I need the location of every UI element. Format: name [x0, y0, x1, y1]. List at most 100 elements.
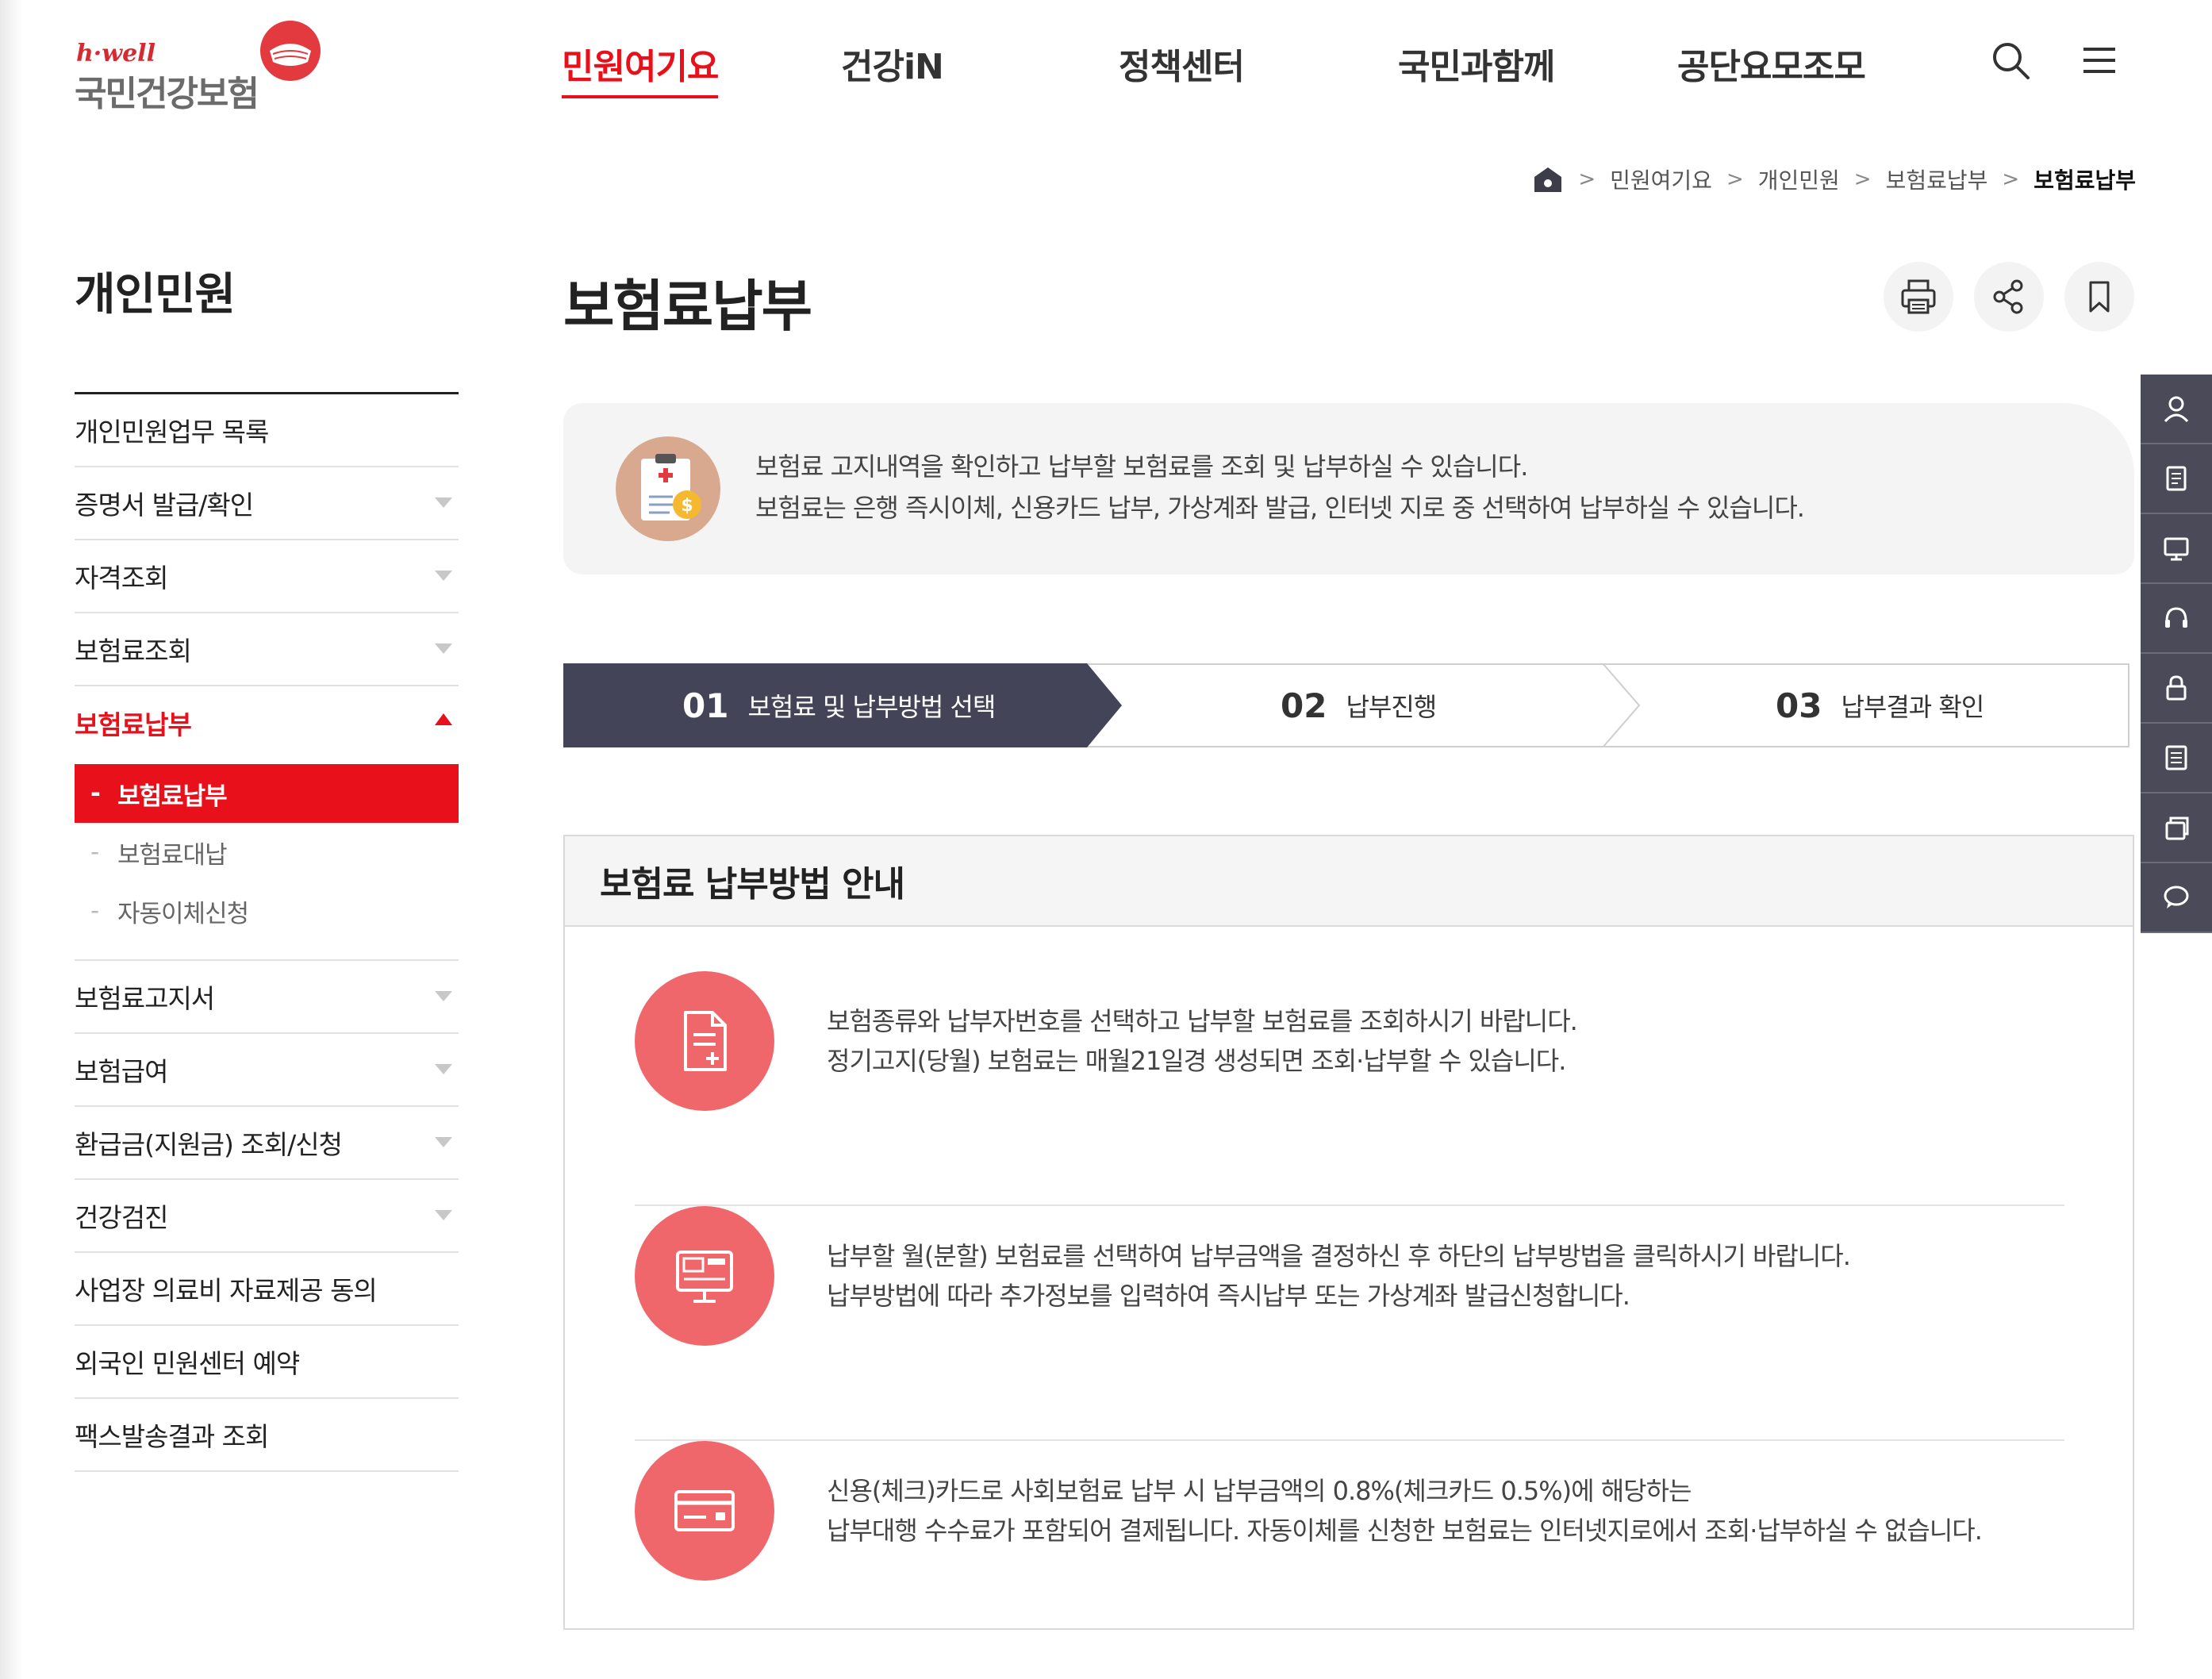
sidebar-submenu: - 보험료납부 - 보험료대납 - 자동이체신청	[75, 759, 459, 961]
print-button[interactable]	[1884, 262, 1953, 332]
menu-icon[interactable]	[2077, 38, 2122, 83]
guide-title: 보험료 납부방법 안내	[565, 836, 2133, 927]
sidebar-item-premium-inquiry[interactable]: 보험료조회	[75, 613, 459, 686]
stack-icon	[2165, 816, 2189, 840]
bookmark-icon	[2089, 281, 2110, 313]
breadcrumb-current: 보험료납부	[2033, 167, 2136, 194]
gnb-item-about[interactable]: 공단요모조모	[1677, 38, 1866, 89]
quick-list-button[interactable]	[2141, 724, 2212, 793]
breadcrumb-item[interactable]: 개인민원	[1758, 163, 1840, 195]
breadcrumb-item[interactable]: 민원여기요	[1610, 163, 1712, 195]
chevron-down-icon	[435, 991, 452, 1001]
headset-icon	[2165, 607, 2187, 628]
sidebar-item-premium-payment[interactable]: 보험료납부	[75, 686, 459, 759]
guide-line: 납부할 월(분할) 보험료를 선택하여 납부금액을 결정하신 후 하단의 납부방…	[827, 1241, 1851, 1271]
step-label: 납부진행	[1346, 692, 1437, 722]
sidebar-item-refund[interactable]: 환급금(지원금) 조회/신청	[75, 1107, 459, 1180]
quick-stack-button[interactable]	[2141, 793, 2212, 863]
sidebar-item-label: 보험료조회	[75, 636, 192, 667]
breadcrumb-separator: >	[1578, 167, 1596, 191]
step-number: 01	[682, 686, 729, 725]
sidebar-item-label: 팩스발송결과 조회	[75, 1421, 269, 1452]
guide-row: 신용(체크)카드로 사회보험료 납부 시 납부금액의 0.8%(체크카드 0.5…	[635, 1441, 2064, 1676]
document-plus-icon	[684, 1011, 727, 1071]
intro-box: $ 보험료 고지내역을 확인하고 납부할 보험료를 조회 및 납부하실 수 있습…	[563, 403, 2134, 574]
step-3: 03 납부결과 확인	[1776, 665, 1984, 746]
intro-line: 보험료는 은행 즉시이체, 신용카드 납부, 가상계좌 발급, 인터넷 지로 중…	[755, 493, 1805, 523]
step-indicator: 01 보험료 및 납부방법 선택 02 납부진행 03 납부결과 확인	[563, 663, 2129, 747]
sidebar-item-label: 건강검진	[75, 1202, 168, 1233]
sidebar-item-label: 외국인 민원센터 예약	[75, 1348, 300, 1379]
page-edge	[0, 0, 22, 1679]
sidebar-item-notice[interactable]: 보험료고지서	[75, 961, 459, 1034]
list-icon	[2165, 745, 2187, 770]
gnb-item-policy[interactable]: 정책센터	[1119, 38, 1245, 89]
share-button[interactable]	[1974, 262, 2044, 332]
guide-line: 보험종류와 납부자번호를 선택하고 납부할 보험료를 조회하시기 바랍니다.	[827, 1006, 1578, 1036]
svg-text:$: $	[681, 496, 693, 516]
quick-lock-button[interactable]	[2141, 654, 2212, 724]
chevron-up-icon	[435, 713, 452, 725]
sidebar-item-fax[interactable]: 팩스발송결과 조회	[75, 1399, 459, 1472]
quick-document-button[interactable]	[2141, 444, 2212, 514]
sidebar-item-label: 자격조회	[75, 563, 168, 594]
step-number: 03	[1776, 686, 1822, 725]
sub-item-dash: -	[90, 838, 99, 866]
breadcrumb: > 민원여기요 > 개인민원 > 보험료납부 > 보험료납부	[1532, 163, 2136, 195]
intro-line: 보험료 고지내역을 확인하고 납부할 보험료를 조회 및 납부하실 수 있습니다…	[755, 451, 1528, 482]
guide-icon-circle	[635, 1206, 774, 1346]
sidebar-item-medical-consent[interactable]: 사업장 의료비 자료제공 동의	[75, 1253, 459, 1326]
home-icon[interactable]	[1532, 165, 1564, 194]
sidebar-item-label: 보험료고지서	[75, 983, 215, 1014]
sidebar-sub-item-proxy[interactable]: - 보험료대납	[75, 823, 459, 882]
step-label: 보험료 및 납부방법 선택	[747, 692, 996, 722]
breadcrumb-separator: >	[1853, 167, 1872, 191]
medical-bill-icon: $	[616, 436, 720, 541]
guide-line: 납부대행 수수료가 포함되어 결제됩니다. 자동이체를 신청한 보험료는 인터넷…	[827, 1516, 1983, 1546]
quick-user-button[interactable]	[2141, 375, 2212, 444]
quick-monitor-button[interactable]	[2141, 514, 2212, 584]
sidebar-nav: 개인민원업무 목록 증명서 발급/확인 자격조회 보험료조회 보험료납부 - 보험…	[75, 392, 459, 1472]
lock-icon	[2166, 675, 2187, 701]
quick-headset-button[interactable]	[2141, 584, 2212, 654]
payment-guide-panel: 보험료 납부방법 안내 보험종류와 납부자번호를 선택하고 납부할 보험료를 조…	[563, 835, 2134, 1630]
share-icon	[1993, 279, 2023, 314]
gnb-item-minwon[interactable]: 민원여기요	[562, 38, 719, 98]
chevron-down-icon	[435, 1210, 452, 1220]
global-nav: 민원여기요 건강iN 정책센터 국민과함께 공단요모조모	[0, 38, 2212, 102]
sidebar-item-list[interactable]: 개인민원업무 목록	[75, 394, 459, 467]
monitor-icon	[676, 1251, 733, 1303]
step-label: 납부결과 확인	[1841, 692, 1984, 722]
chevron-down-icon	[435, 571, 452, 581]
sidebar-item-benefit[interactable]: 보험급여	[75, 1034, 459, 1107]
document-icon	[2166, 466, 2187, 491]
sidebar-item-checkup[interactable]: 건강검진	[75, 1180, 459, 1253]
gnb-item-health[interactable]: 건강iN	[841, 38, 944, 89]
sidebar-item-label: 사업장 의료비 자료제공 동의	[75, 1275, 378, 1306]
guide-line: 신용(체크)카드로 사회보험료 납부 시 납부금액의 0.8%(체크카드 0.5…	[827, 1476, 1692, 1506]
quick-chat-button[interactable]	[2141, 863, 2212, 933]
sidebar-item-eligibility[interactable]: 자격조회	[75, 540, 459, 613]
step-1: 01 보험료 및 납부방법 선택	[682, 665, 996, 746]
sidebar-sub-item-payment[interactable]: - 보험료납부	[75, 764, 459, 823]
sidebar-item-label: 보험료납부	[75, 709, 192, 740]
chevron-down-icon	[435, 644, 452, 654]
page-title: 보험료납부	[563, 274, 812, 339]
chevron-down-icon	[435, 498, 452, 508]
sidebar-sub-item-autodebit[interactable]: - 자동이체신청	[75, 882, 459, 940]
sub-item-dash: -	[90, 897, 99, 925]
search-icon[interactable]	[1988, 38, 2033, 83]
chat-icon	[2164, 886, 2189, 909]
step-number: 02	[1281, 686, 1327, 725]
sidebar-title: 개인민원	[75, 269, 236, 321]
user-icon	[2164, 396, 2189, 423]
print-icon	[1901, 279, 1936, 314]
step-2: 02 납부진행	[1281, 665, 1437, 746]
quick-menu	[2141, 375, 2212, 933]
sidebar-item-label: 환급금(지원금) 조회/신청	[75, 1129, 343, 1160]
breadcrumb-item[interactable]: 보험료납부	[1886, 163, 1988, 195]
sidebar-item-certificate[interactable]: 증명서 발급/확인	[75, 467, 459, 540]
sidebar-item-foreigner[interactable]: 외국인 민원센터 예약	[75, 1326, 459, 1399]
gnb-item-together[interactable]: 국민과함께	[1398, 38, 1555, 89]
bookmark-button[interactable]	[2064, 262, 2134, 332]
